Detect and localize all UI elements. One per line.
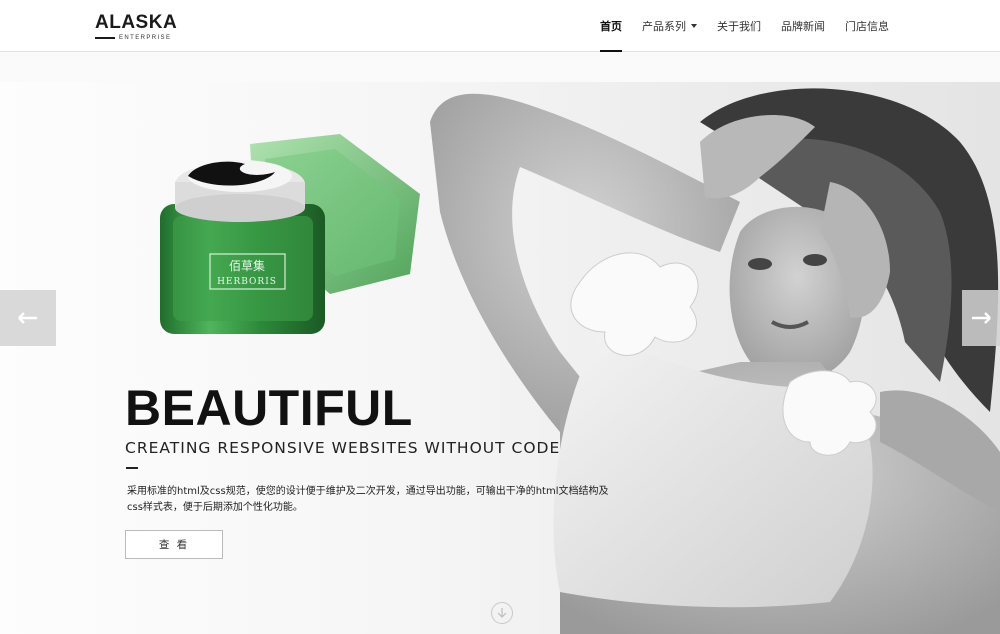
nav-item-news[interactable]: 品牌新闻 [771,0,835,52]
view-button[interactable]: 查 看 [125,530,223,559]
nav-item-label: 门店信息 [845,20,889,33]
arrow-left-icon [18,312,37,324]
arrow-right-icon [972,312,991,324]
product-jar-image: 佰草集 HERBORIS [160,134,420,334]
nav-item-products[interactable]: 产品系列 [632,0,707,52]
slider-prev-button[interactable] [0,290,56,346]
chevron-down-circle-icon [497,608,507,618]
main-nav: 首页 产品系列 关于我们 品牌新闻 门店信息 [590,0,899,52]
nav-item-label: 产品系列 [642,20,686,33]
nav-item-label: 关于我们 [717,20,761,33]
header-spacer [0,52,1000,82]
view-button-label: 查 看 [158,539,190,551]
nav-item-stores[interactable]: 门店信息 [835,0,899,52]
logo-subtitle: ENTERPRISE [119,35,172,41]
nav-item-home[interactable]: 首页 [590,0,632,52]
jar-label-en: HERBORIS [217,277,277,287]
site-logo[interactable]: ALASKA ENTERPRISE [95,12,178,43]
hero-subheading: CREATING RESPONSIVE WEBSITES WITHOUT COD… [125,439,561,457]
caret-down-icon [691,24,697,28]
nav-item-label: 首页 [600,20,622,33]
nav-item-label: 品牌新闻 [781,20,825,33]
logo-wordmark: ALASKA [95,12,178,33]
hero-divider [126,467,138,469]
nav-item-about[interactable]: 关于我们 [707,0,771,52]
jar-label-cn: 佰草集 [229,258,265,273]
hero-description: 采用标准的html及css规范，使您的设计便于维护及二次开发，通过导出功能，可输… [127,486,609,513]
logo-rule [95,37,115,39]
site-header: ALASKA ENTERPRISE 首页 产品系列 关于我们 品牌新闻 门店信息 [0,0,1000,52]
slider-next-button[interactable] [962,290,1000,346]
scroll-down-button[interactable] [491,602,513,624]
hero-headline: BEAUTIFUL [125,380,413,436]
